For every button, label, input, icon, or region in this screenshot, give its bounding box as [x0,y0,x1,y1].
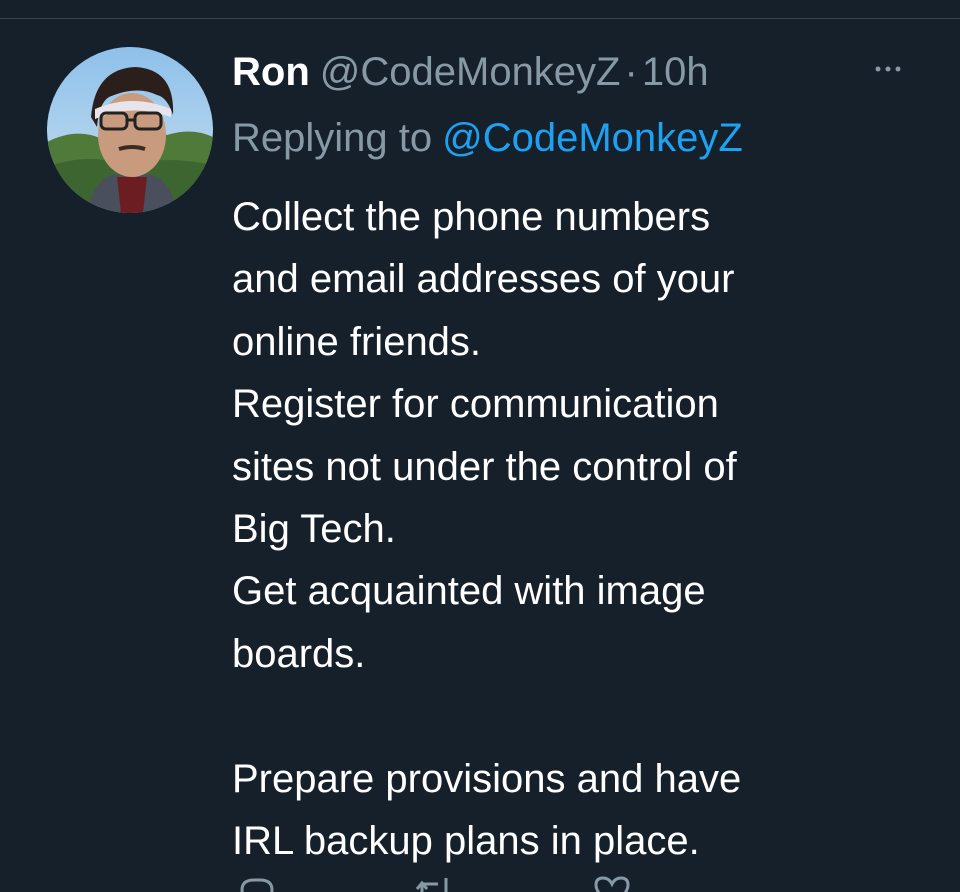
tweet-text-line: IRL backup plans in place. [232,818,700,863]
tweet-text-line: Register for communication [232,382,719,427]
replying-to-label: Replying to [232,116,433,160]
tweet-text: Collect the phone numbers and email addr… [232,186,932,872]
separator-dot: · [624,50,638,94]
tweet-header: Ron @CodeMonkeyZ · 10h [232,46,709,98]
reply-icon[interactable] [236,876,276,892]
tweet-text-line [232,685,932,747]
more-horizontal-icon[interactable] [868,54,908,84]
tweet-text-line: online friends. [232,319,482,364]
tweet-text-line: sites not under the control of [232,444,737,489]
avatar-photo [47,47,213,213]
tweet-text-line: boards. [232,631,366,676]
tweet-text-line: Big Tech. [232,506,396,551]
retweet-icon[interactable] [414,876,454,892]
avatar[interactable] [47,47,213,213]
author-handle[interactable]: @CodeMonkeyZ [320,50,621,94]
tweet-text-line: and email addresses of your [232,257,735,302]
like-icon[interactable] [592,876,632,892]
tweet-text-line: Collect the phone numbers [232,195,711,239]
tweet-text-line: Get acquainted with image [232,569,706,614]
top-divider [0,18,960,19]
tweet-text-line: Prepare provisions and have [232,756,742,801]
author-name[interactable]: Ron [232,50,310,94]
replying-to: Replying to @CodeMonkeyZ [232,112,743,164]
tweet-time[interactable]: 10h [642,50,709,94]
replying-to-handle[interactable]: @CodeMonkeyZ [442,116,743,160]
